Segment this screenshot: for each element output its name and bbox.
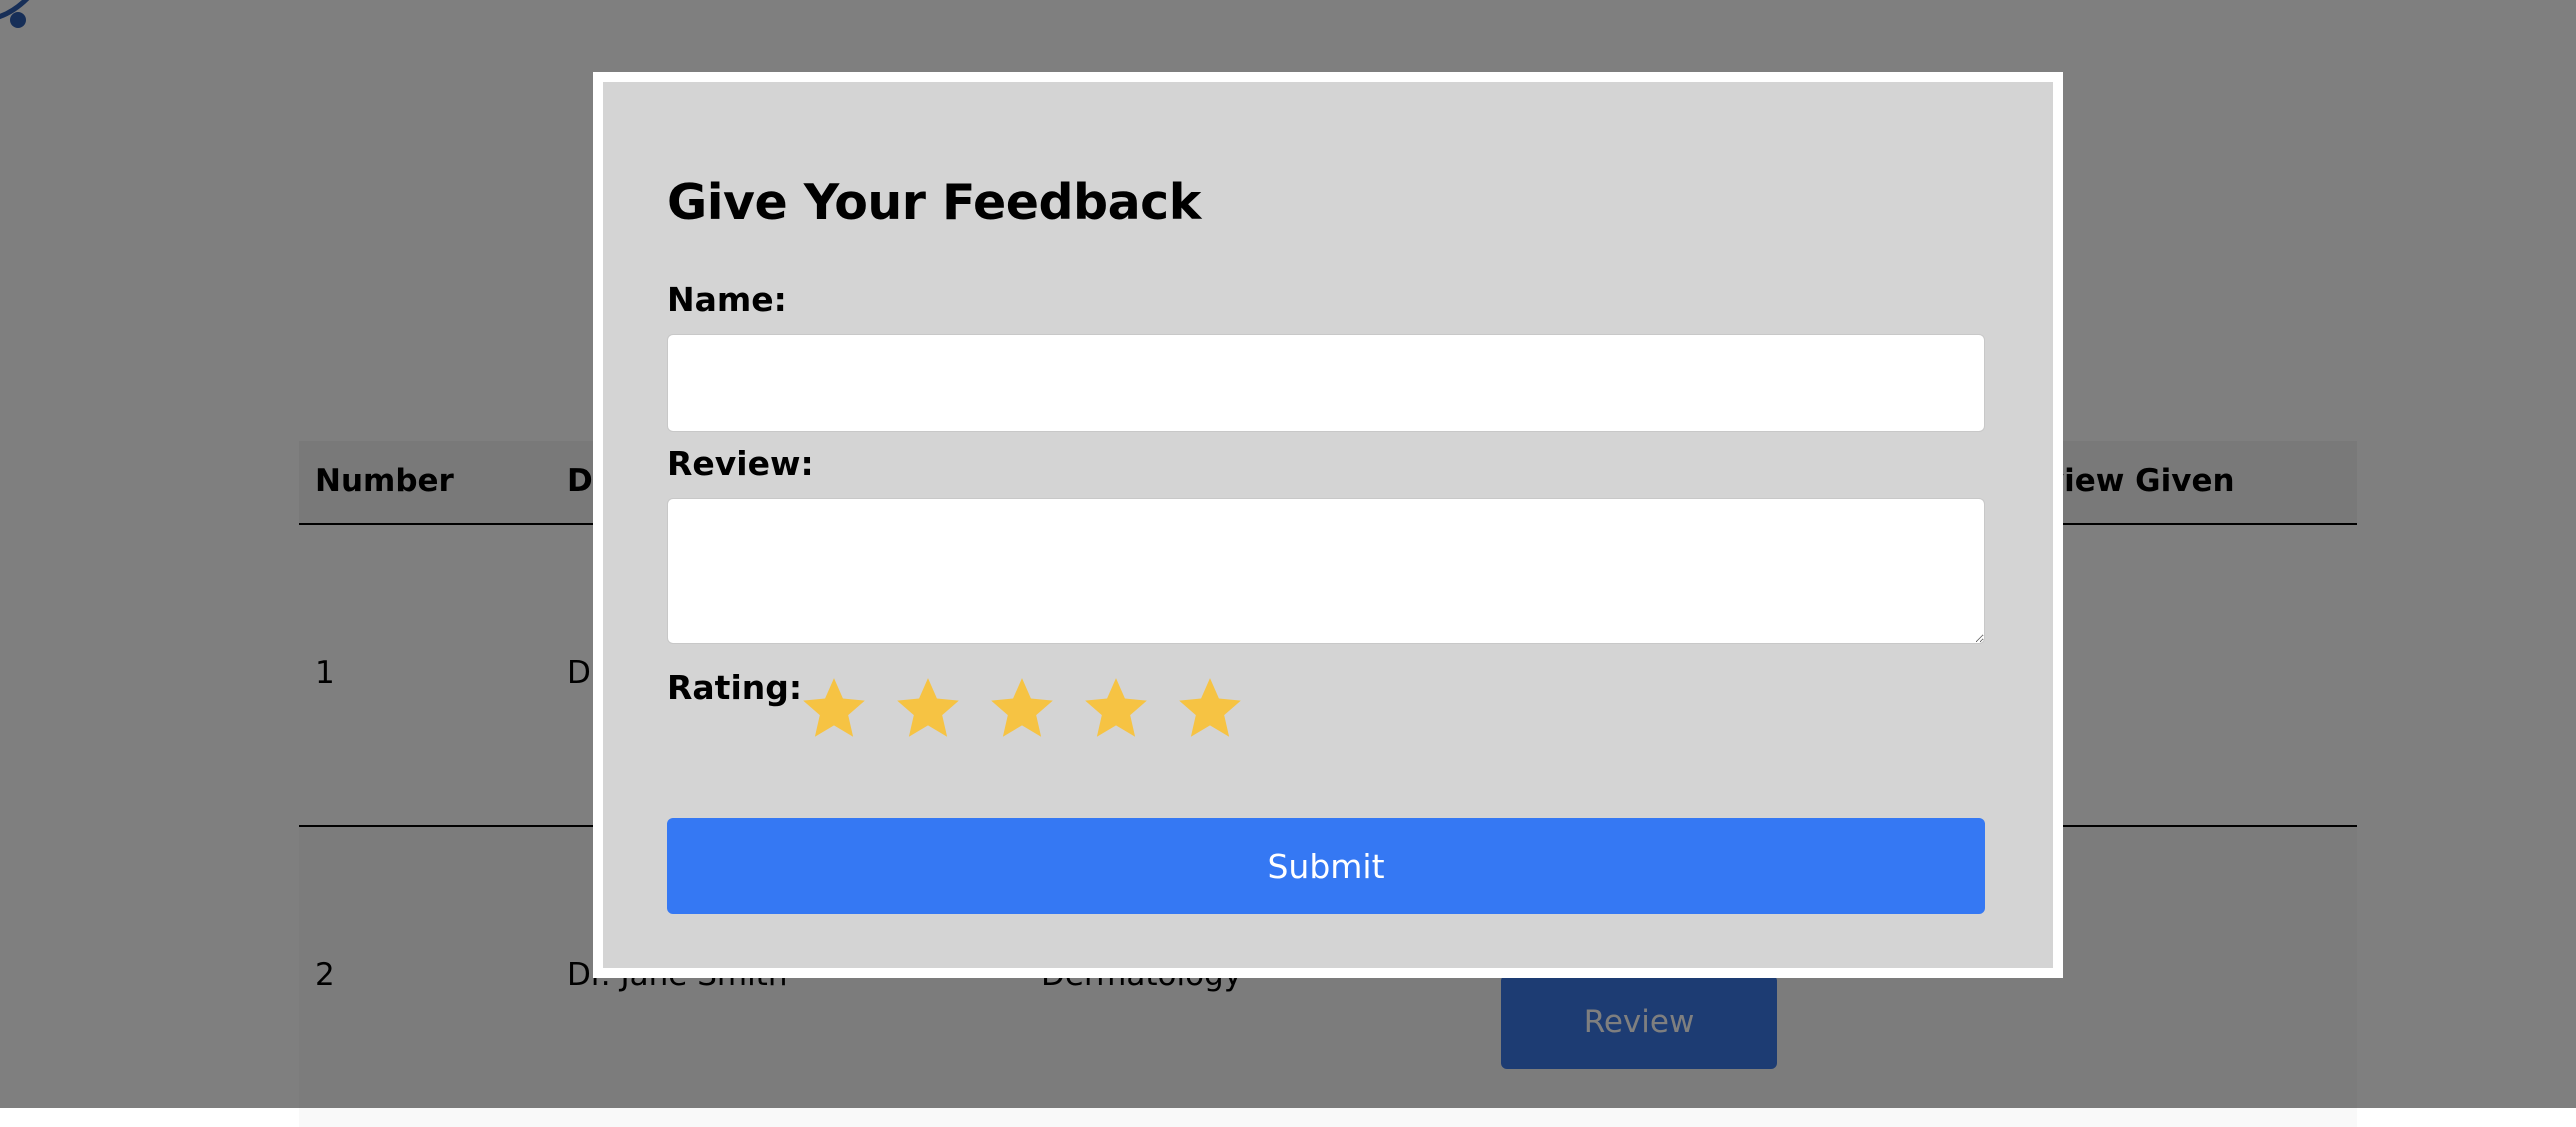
name-label: Name: (667, 280, 787, 319)
star-icon[interactable] (1173, 672, 1247, 746)
name-input[interactable] (667, 334, 1985, 432)
star-icon[interactable] (891, 672, 965, 746)
rating-label: Rating: (667, 668, 803, 707)
review-textarea[interactable] (667, 498, 1985, 644)
star-icon[interactable] (1079, 672, 1153, 746)
star-icon[interactable] (985, 672, 1059, 746)
review-label: Review: (667, 444, 814, 483)
modal-title: Give Your Feedback (667, 174, 1201, 231)
submit-button[interactable]: Submit (667, 818, 1985, 914)
feedback-modal: Give Your Feedback Name: Review: Rating:… (593, 72, 2063, 978)
star-icon[interactable] (797, 672, 871, 746)
feedback-form: Give Your Feedback Name: Review: Rating:… (603, 82, 2053, 968)
